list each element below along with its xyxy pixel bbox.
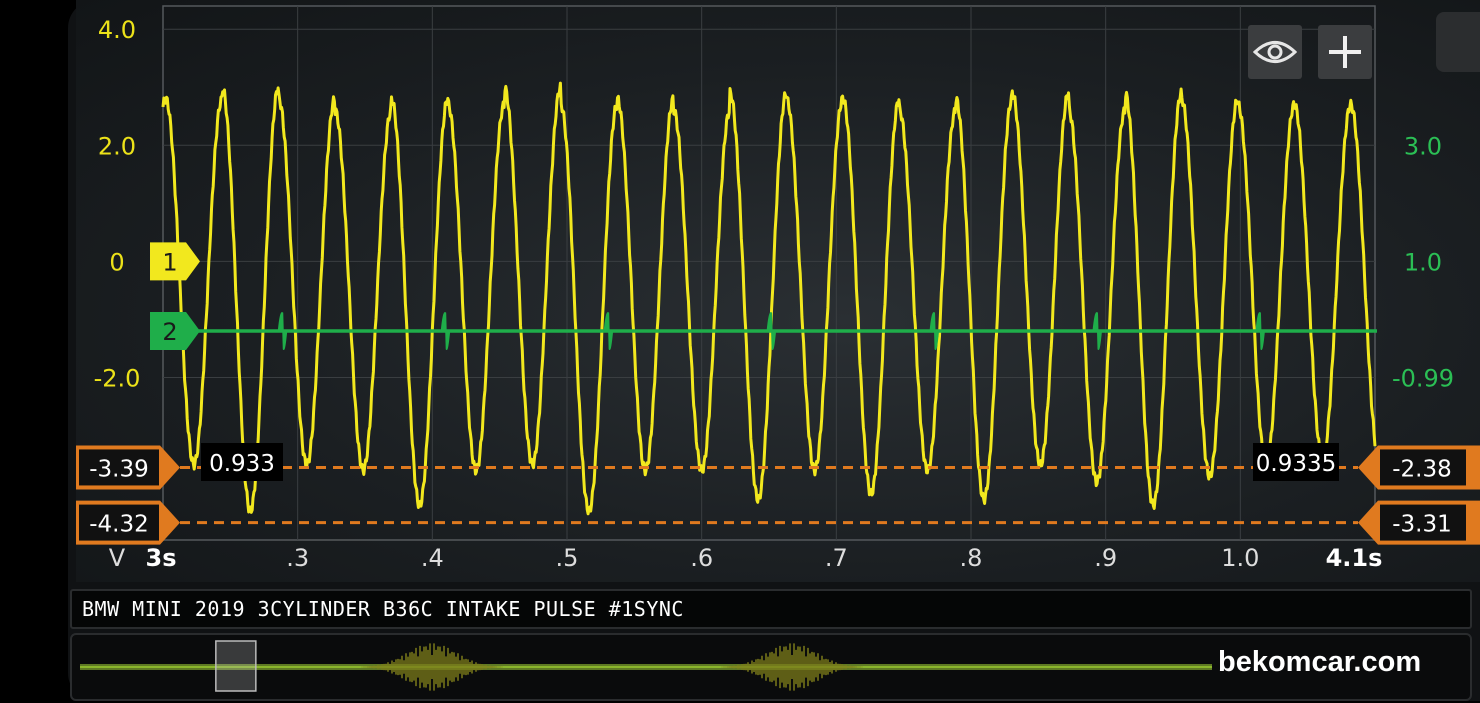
x-tick-label: .8 bbox=[960, 544, 983, 572]
left-tick-label: 2.0 bbox=[98, 132, 136, 160]
overview-selection-window bbox=[215, 640, 257, 692]
plot-border bbox=[162, 5, 1376, 541]
sync-pulse bbox=[603, 312, 614, 350]
left-cursor-value: -4.32 bbox=[89, 512, 149, 538]
watermark: bekomcar.com bbox=[1218, 646, 1422, 678]
right-cursor-tag: -3.31 bbox=[1358, 500, 1480, 545]
right-readout: 0.9335 bbox=[1256, 451, 1336, 477]
left-tick-label: 4.0 bbox=[98, 16, 136, 44]
right-cursor-value: -2.38 bbox=[1392, 456, 1452, 482]
channel-1-marker: 1 bbox=[150, 242, 200, 281]
channel-2-marker: 2 bbox=[150, 312, 200, 351]
recording-title-bar: BMW MINI 2019 3CYLINDER B36C INTAKE PULS… bbox=[70, 589, 1472, 629]
x-tick-label: 1.0 bbox=[1221, 544, 1259, 572]
x-tick-label: .4 bbox=[421, 544, 444, 572]
channel-1-marker-label: 1 bbox=[162, 248, 177, 276]
channel-1-trace bbox=[161, 81, 1377, 516]
right-cursor-value: -3.31 bbox=[1392, 512, 1452, 538]
sync-pulse bbox=[440, 312, 451, 350]
sync-pulse bbox=[277, 312, 288, 350]
scope-chart: 1 2 -3.39 -4.32 -2.38 -3.31 0.933 0.9335 4.0 2.… bbox=[76, 5, 1480, 572]
right-tick-label: 3.0 bbox=[1404, 132, 1442, 160]
sync-pulse bbox=[1092, 312, 1102, 350]
y-unit-label: V bbox=[109, 544, 126, 572]
x-end-label: 4.1s bbox=[1326, 544, 1383, 572]
sync-pulse bbox=[929, 312, 940, 350]
left-tick-label: -2.0 bbox=[94, 364, 141, 392]
right-tick-label: -0.99 bbox=[1392, 364, 1454, 392]
recording-title: BMW MINI 2019 3CYLINDER B36C INTAKE PULS… bbox=[82, 597, 684, 621]
sync-pulse bbox=[1255, 312, 1265, 350]
x-start-label: 3s bbox=[146, 544, 177, 572]
x-tick-label: .7 bbox=[825, 544, 848, 572]
channel-2-marker-label: 2 bbox=[162, 318, 177, 346]
channel-1-layer bbox=[161, 81, 1377, 516]
visibility-button[interactable] bbox=[1248, 25, 1302, 79]
plus-icon bbox=[1329, 36, 1361, 68]
add-channel-button[interactable] bbox=[1318, 25, 1372, 79]
left-tick-label: 0 bbox=[109, 248, 124, 276]
left-readout: 0.933 bbox=[209, 451, 275, 477]
x-tick-label: .9 bbox=[1094, 544, 1117, 572]
x-tick-label: .5 bbox=[556, 544, 579, 572]
left-cursor-value: -3.39 bbox=[89, 456, 149, 482]
cursor-layer: -3.39 -4.32 -2.38 -3.31 0.933 0.9335 bbox=[76, 443, 1480, 545]
left-cursor-tag: -3.39 bbox=[76, 445, 180, 490]
right-tick-label: 1.0 bbox=[1404, 248, 1442, 276]
x-tick-label: .3 bbox=[286, 544, 309, 572]
chart-grid bbox=[162, 5, 1376, 541]
left-cursor-tag: -4.32 bbox=[76, 500, 180, 545]
right-cursor-tag: -2.38 bbox=[1358, 445, 1480, 490]
x-tick-label: .6 bbox=[690, 544, 713, 572]
eye-icon bbox=[1253, 41, 1297, 63]
